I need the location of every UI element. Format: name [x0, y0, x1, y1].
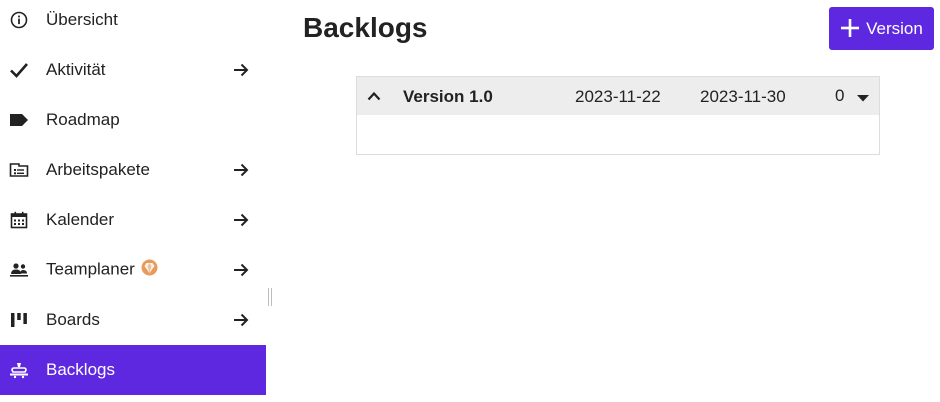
sidebar-item-backlogs[interactable]: Backlogs: [0, 345, 266, 395]
boards-icon: [8, 309, 30, 331]
arrow-right-icon[interactable]: [230, 59, 252, 81]
version-start-date: 2023-11-22: [575, 87, 661, 106]
sidebar-item-label: Roadmap: [46, 110, 120, 129]
arrow-right-icon[interactable]: [230, 159, 252, 181]
sidebar-item-label: Aktivität: [46, 60, 106, 79]
backlog-header: Version 1.0 2023-11-22 2023-11-30 0: [357, 77, 879, 115]
version-name[interactable]: Version 1.0: [403, 87, 493, 107]
sidebar-resize-handle[interactable]: [268, 288, 273, 306]
sidebar-item-kalender[interactable]: Kalender: [0, 195, 266, 245]
arrow-right-icon[interactable]: [230, 309, 252, 331]
sidebar-item-boards[interactable]: Boards: [0, 295, 266, 345]
sidebar-item-label: Übersicht: [46, 10, 118, 29]
backlog-container: Version 1.0 2023-11-22 2023-11-30 0: [356, 76, 880, 155]
sidebar-item-aktivitaet[interactable]: Aktivität: [0, 45, 266, 95]
info-icon: [8, 9, 30, 31]
arrow-right-icon[interactable]: [230, 259, 252, 281]
enterprise-badge-icon: [141, 259, 158, 281]
collapse-chevron-up-icon[interactable]: [363, 85, 385, 107]
sidebar-item-label: Backlogs: [46, 360, 115, 379]
sidebar-item-teamplaner[interactable]: Teamplaner: [0, 245, 266, 295]
backlogs-icon: [8, 359, 30, 381]
sidebar-item-label: Arbeitspakete: [46, 160, 150, 179]
tag-icon: [8, 109, 30, 131]
backlog-menu-caret-down-icon[interactable]: [855, 91, 871, 105]
sidebar-item-arbeitspakete[interactable]: Arbeitspakete: [0, 145, 266, 195]
team-planner-icon: [8, 259, 30, 281]
sidebar: Übersicht Aktivität Roadmap Arbeitspaket…: [0, 0, 266, 402]
sidebar-item-roadmap[interactable]: Roadmap: [0, 95, 266, 145]
page-title: Backlogs: [303, 12, 428, 43]
add-version-button[interactable]: Version: [829, 7, 934, 50]
sidebar-item-uebersicht[interactable]: Übersicht: [0, 0, 266, 45]
checkmark-icon: [8, 59, 30, 81]
sidebar-item-label: Kalender: [46, 210, 115, 229]
plus-icon: [840, 15, 860, 43]
story-points-total: 0: [835, 86, 845, 105]
work-packages-icon: [8, 159, 30, 181]
add-version-label: Version: [866, 18, 923, 38]
calendar-icon: [8, 209, 30, 231]
arrow-right-icon[interactable]: [230, 209, 252, 231]
sidebar-item-label: Teamplaner: [46, 259, 158, 281]
sidebar-item-label: Boards: [46, 310, 100, 329]
version-end-date: 2023-11-30: [700, 87, 786, 106]
